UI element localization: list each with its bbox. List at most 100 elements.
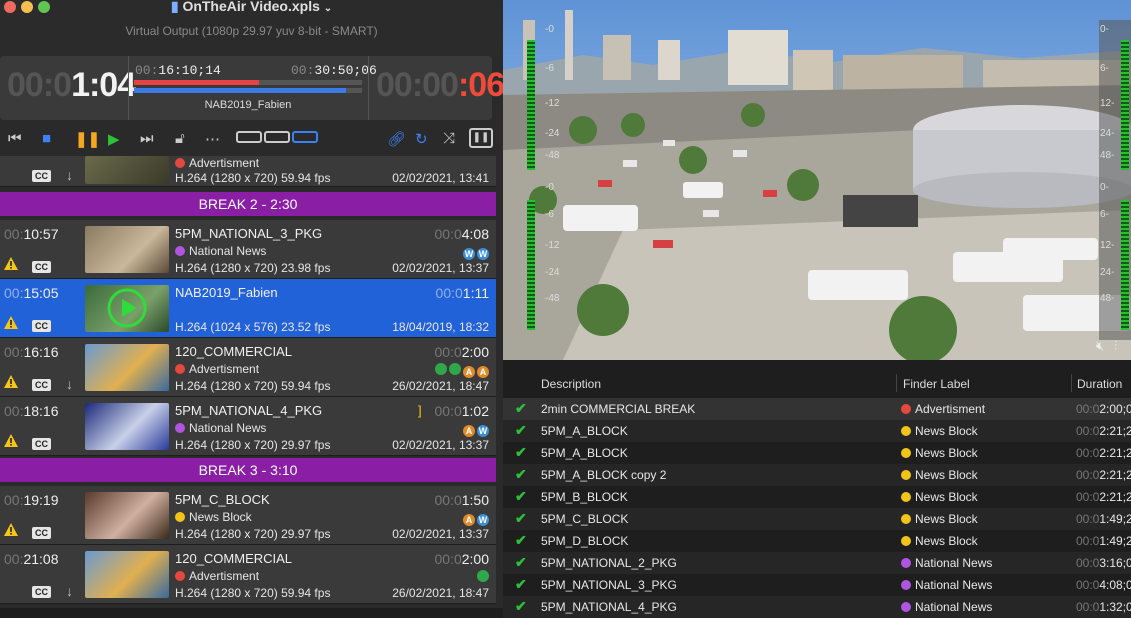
playlist-item[interactable]: 00:21:08 120_COMMERCIAL Advertisment H.264 … [0,545,496,604]
table-row[interactable]: ✔ 5PM_NATIONAL_4_PKG National News 00:01:32… [503,596,1131,618]
clip-thumbnail [85,156,169,184]
clip-start-time: 00:15:05 [4,285,59,301]
remaining-time: 00:00:06 [376,66,503,105]
table-row[interactable]: ✔ 5PM_B_BLOCK News Block 00:02:21;2 [503,486,1131,508]
row-finder-label: News Block [901,468,978,482]
status-badge: A [463,425,475,437]
document-icon: ▮ [170,0,179,14]
status-badge: W [477,514,489,526]
clip-date: 26/02/2021, 18:47 [392,379,489,393]
playlist-item[interactable]: 00:10:57 5PM_NATIONAL_3_PKG National News H… [0,220,496,279]
row-finder-label: National News [901,578,992,592]
timer-panel: 00:01:04 00:16:10;14 00:30:50;06 NAB2019… [0,56,503,120]
break-header[interactable]: BREAK 2 - 2:30 [0,192,496,216]
clip-codec: H.264 (1280 x 720) 59.94 fps [175,379,331,393]
table-row[interactable]: ✔ 5PM_NATIONAL_2_PKG National News 00:03:16… [503,552,1131,574]
row-duration: 00:02:21;2 [1076,446,1131,460]
status-badge: W [477,248,489,260]
unlock-icon[interactable]: 🔓︎ [175,130,185,147]
column-header-duration[interactable]: Duration [1077,377,1122,391]
playlist-item[interactable]: 00:16:16 120_COMMERCIAL Advertisment H.264 … [0,338,496,397]
meter-tick-label: -48 [545,293,560,304]
meter-tick-label: 0- [1100,182,1109,193]
view-small-icon[interactable] [236,131,262,143]
table-row[interactable]: ✔ 5PM_NATIONAL_3_PKG National News 00:04:08… [503,574,1131,596]
checkmark-icon: ✔ [515,444,527,460]
clip-thumbnail [85,226,169,273]
mute-icon[interactable]: 🔇︎ [1096,338,1104,354]
playlist-item[interactable]: 00:19:19 5PM_C_BLOCK News Block H.264 (1280… [0,486,496,545]
clip-name: 120_COMMERCIAL [175,551,293,566]
view-medium-icon[interactable] [264,131,290,143]
video-frame [503,0,1131,360]
clip-duration: 00:02:00 [434,344,490,360]
clip-date: 02/02/2021, 13:37 [392,527,489,541]
checkmark-icon: ✔ [515,488,527,504]
transport-bar: ⏮ ■ ❚❚ ▶ ⏭ 🔓︎ ⋯ 🔗︎ ↻ ⤨ ❚❚ [0,124,503,156]
pause-icon[interactable]: ❚❚ [75,130,100,148]
column-header-description[interactable]: Description [541,377,601,391]
status-badge [435,363,447,375]
warning-icon [4,375,18,388]
playlist-item[interactable]: 00:15:05 NAB2019_Fabien H.264 (1024 x 576)… [0,279,496,338]
clip-date: 02/02/2021, 13:37 [392,261,489,275]
clip-thumbnail [85,344,169,391]
cc-badge: CC [32,261,51,273]
video-preview[interactable]: -0 -6 -12 -24 -48 -0 -6 -12 -24 -48 0- 6- 12- 24- 48-… [503,0,1131,360]
row-duration: 00:02:21;2 [1076,468,1131,482]
row-description: 5PM_D_BLOCK [541,534,629,548]
column-header-finder-label[interactable]: Finder Label [903,377,970,391]
label-dot [901,448,911,458]
table-row[interactable]: ✔ 5PM_A_BLOCK News Block 00:02:21;2 [503,420,1131,442]
output-subtitle: Virtual Output (1080p 29.97 yuv 8-bit - … [125,24,378,38]
window-title[interactable]: ▮ OnTheAir Video.xpls ⌄ [0,0,503,15]
status-badge: A [463,514,475,526]
finder-label: News Block [175,510,252,524]
table-row[interactable]: ✔ 5PM_A_BLOCK copy 2 News Block 00:02:21;2 [503,464,1131,486]
table-row[interactable]: ✔ 5PM_D_BLOCK News Block 00:01:49;2 [503,530,1131,552]
audio-meter-left-1 [527,40,535,170]
skip-forward-icon[interactable]: ⏭ [140,130,154,147]
marker-icon: ] [418,403,422,418]
clip-codec: H.264 (1280 x 720) 29.97 fps [175,527,331,541]
clip-start-time: 00:16:16 [4,344,59,360]
finder-label: Advertisment [175,362,259,376]
play-icon[interactable]: ▶ [108,130,120,148]
stop-icon[interactable]: ■ [42,130,51,147]
table-row[interactable]: ✔ 5PM_C_BLOCK News Block 00:01:49;2 [503,508,1131,530]
warning-icon [4,257,18,270]
finder-label: National News [175,421,266,435]
meter-tick-label: -6 [545,63,554,74]
row-duration: 00:02:00;0 [1076,402,1131,416]
row-description: 5PM_NATIONAL_4_PKG [541,600,677,614]
audio-meter-right-2 [1121,200,1129,330]
meter-tick-label: 24- [1100,128,1115,139]
break-header[interactable]: BREAK 3 - 3:10 [0,458,496,482]
row-duration: 00:01:32;0 [1076,600,1131,614]
checkmark-icon: ✔ [515,532,527,548]
playlist-item-top[interactable]: Advertisment H.264 (1280 x 720) 59.94 fp… [0,156,496,187]
meter-tick-label: -48 [545,150,560,161]
warning-icon [4,434,18,447]
more-icon[interactable]: ⋯ [205,130,220,148]
playlist-item[interactable]: 00:18:16 5PM_NATIONAL_4_PKG National News H… [0,397,496,456]
row-duration: 00:02:21;2 [1076,424,1131,438]
mixer-icon[interactable]: ⫶ [1114,338,1117,354]
row-finder-label: Advertisment [901,402,985,416]
skip-back-icon[interactable]: ⏮ [8,130,22,147]
row-finder-label: News Block [901,534,978,548]
clip-date: 18/04/2019, 18:32 [392,320,489,334]
view-large-icon[interactable] [292,131,318,143]
loop-icon[interactable]: ↻ [415,130,428,148]
table-row[interactable]: ✔ 2min COMMERCIAL BREAK Advertisment 00:02:… [503,398,1131,420]
row-finder-label: News Block [901,490,978,504]
checkmark-icon: ✔ [515,400,527,416]
label-dot [901,492,911,502]
link-icon[interactable]: 🔗︎ [387,130,406,148]
table-row[interactable]: ✔ 5PM_A_BLOCK News Block 00:02:21;2 [503,442,1131,464]
pause-playlist-icon[interactable]: ❚❚ [469,128,493,148]
clip-duration: 00:04:08 [434,226,490,242]
clip-thumbnail [85,403,169,450]
warning-icon [4,316,18,329]
shuffle-icon[interactable]: ⤨ [443,130,455,147]
